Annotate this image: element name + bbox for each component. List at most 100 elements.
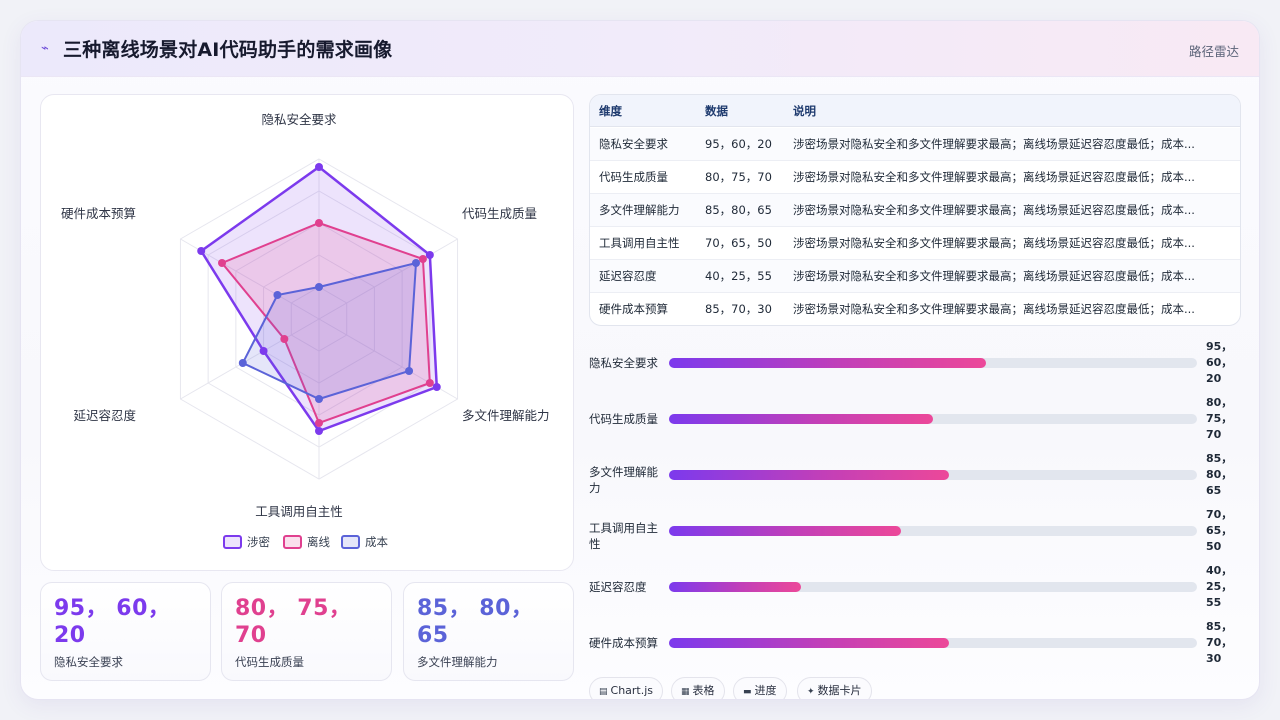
radar-axis-label: 代码生成质量 (462, 206, 537, 221)
progress-label: 硬件成本预算 (589, 636, 658, 650)
radar-point (280, 335, 289, 343)
radar-point (425, 379, 434, 387)
stat-value: 80， 75， 70 (235, 596, 352, 648)
radar-point (315, 283, 323, 291)
progress-label: 隐私安全要求 (589, 356, 658, 370)
cell-dimension: 工具调用自主性 (599, 236, 680, 250)
table-icon: ▦ (681, 687, 690, 697)
cell-dimension: 硬件成本预算 (599, 302, 668, 316)
stat-value: 85， 80， 65 (417, 596, 534, 648)
progress-icon: ▬ (743, 687, 752, 697)
column-header-data: 数据 (705, 104, 728, 118)
progress-fill (669, 470, 949, 480)
legend-label: 成本 (365, 535, 388, 549)
radar-point (259, 347, 268, 355)
table-row: 多文件理解能力 85，80，65 涉密场景对隐私安全和多文件理解要求最高；离线场景延… (590, 194, 1240, 227)
chip-label: 进度 (754, 684, 777, 697)
chip-label: Chart.js (610, 684, 654, 697)
progress-fill (669, 638, 949, 648)
radar-point (197, 247, 206, 255)
radar-point (218, 259, 227, 267)
cell-data: 95，60，20 (705, 137, 772, 151)
header-bar: ⌁ 三种离线场景对AI代码助手的需求画像 路径雷达 (21, 21, 1259, 77)
cell-data: 85，80，65 (705, 203, 772, 217)
cell-data: 40，25，55 (705, 269, 772, 283)
cell-dimension: 延迟容忍度 (599, 269, 657, 283)
radar-point (238, 359, 247, 367)
radar-axis-label: 延迟容忍度 (73, 408, 136, 423)
progress-values: 40， 25， 55 (1206, 564, 1233, 609)
table-row: 硬件成本预算 85，70，30 涉密场景对隐私安全和多文件理解要求最高；离线场景延迟… (590, 293, 1240, 325)
sparkle-icon: ✦ (807, 687, 815, 697)
cell-note: 涉密场景对隐私安全和多文件理解要求最高；离线场景延迟容忍度最低；成本... (793, 203, 1195, 217)
radar-point (315, 395, 323, 403)
chip-table[interactable]: ▦ 表格 (671, 677, 725, 699)
page-subtitle: 路径雷达 (1188, 44, 1239, 59)
radar-axis-label: 隐私安全要求 (261, 112, 337, 127)
radar-axis-label: 硬件成本预算 (61, 206, 136, 221)
radar-point (411, 259, 420, 267)
progress-row: 隐私安全要求 95， 60， 20 (589, 339, 1241, 395)
cell-note: 涉密场景对隐私安全和多文件理解要求最高；离线场景延迟容忍度最低；成本... (793, 170, 1195, 184)
legend-label: 涉密 (247, 535, 270, 549)
chart-icon: ▤ (599, 687, 608, 697)
column-header-note: 说明 (793, 104, 816, 118)
progress-track (669, 638, 1197, 648)
chip-label: 数据卡片 (817, 684, 862, 697)
progress-track (669, 470, 1197, 480)
legend-label: 离线 (307, 535, 330, 549)
stat-card-1: 95， 60， 20 隐私安全要求 (40, 582, 211, 681)
stat-label: 多文件理解能力 (417, 655, 498, 669)
radar-point (405, 367, 414, 375)
radar-point (432, 383, 441, 391)
cell-note: 涉密场景对隐私安全和多文件理解要求最高；离线场景延迟容忍度最低；成本... (793, 236, 1195, 250)
legend-swatch (341, 535, 360, 549)
radar-axis-label: 工具调用自主性 (255, 504, 343, 519)
data-table: 维度 数据 说明 隐私安全要求 95，60，20 涉密场景对隐私安全和多文件理解要求… (589, 94, 1241, 326)
progress-fill (669, 526, 902, 536)
cell-data: 80，75，70 (705, 170, 772, 184)
table-header: 维度 数据 说明 (590, 95, 1240, 127)
progress-bars: 隐私安全要求 95， 60， 20 代码生成质量 80， 75， 70 多文件理解能 力… (589, 339, 1241, 679)
stat-card-2: 80， 75， 70 代码生成质量 (221, 582, 392, 681)
cell-data: 70，65，50 (705, 236, 772, 250)
page-title: 三种离线场景对AI代码助手的需求画像 (63, 39, 393, 61)
progress-label: 代码生成质量 (589, 412, 658, 426)
progress-fill (669, 582, 801, 592)
chip-progress[interactable]: ▬ 进度 (733, 677, 787, 699)
progress-values: 85， 70， 30 (1206, 620, 1233, 665)
progress-label: 延迟容忍度 (589, 580, 647, 594)
progress-row: 延迟容忍度 40， 25， 55 (589, 563, 1241, 619)
cell-dimension: 隐私安全要求 (599, 137, 668, 151)
progress-track (669, 414, 1197, 424)
radar-point (315, 419, 323, 427)
table-row: 工具调用自主性 70，65，50 涉密场景对隐私安全和多文件理解要求最高；离线场景延… (590, 227, 1240, 260)
radar-point (315, 219, 323, 227)
progress-track (669, 582, 1197, 592)
cell-note: 涉密场景对隐私安全和多文件理解要求最高；离线场景延迟容忍度最低；成本... (793, 302, 1195, 316)
progress-fill (669, 358, 986, 368)
progress-label: 多文件理解能 力 (589, 465, 658, 495)
progress-track (669, 526, 1197, 536)
table-row: 隐私安全要求 95，60，20 涉密场景对隐私安全和多文件理解要求最高；离线场景延迟… (590, 128, 1240, 161)
table-row: 代码生成质量 80，75，70 涉密场景对隐私安全和多文件理解要求最高；离线场景延迟… (590, 161, 1240, 194)
cell-data: 85，70，30 (705, 302, 772, 316)
radar-axis-label: 多文件理解能力 (462, 408, 550, 423)
progress-row: 工具调用自主 性 70， 65， 50 (589, 507, 1241, 563)
table-row: 延迟容忍度 40，25，55 涉密场景对隐私安全和多文件理解要求最高；离线场景延迟容… (590, 260, 1240, 293)
progress-row: 多文件理解能 力 85， 80， 65 (589, 451, 1241, 507)
progress-values: 85， 80， 65 (1206, 452, 1233, 497)
stat-card-3: 85， 80， 65 多文件理解能力 (403, 582, 574, 681)
cell-note: 涉密场景对隐私安全和多文件理解要求最高；离线场景延迟容忍度最低；成本... (793, 269, 1195, 283)
cell-dimension: 多文件理解能力 (599, 203, 680, 217)
dashboard-card: ⌁ 三种离线场景对AI代码助手的需求画像 路径雷达 隐私安全要求 代码生成质量 多文… (20, 20, 1260, 700)
cell-dimension: 代码生成质量 (599, 170, 668, 184)
pulse-icon: ⌁ (41, 41, 49, 56)
progress-label: 工具调用自主 性 (589, 521, 658, 551)
chip-data-cards[interactable]: ✦ 数据卡片 (797, 677, 872, 699)
cell-note: 涉密场景对隐私安全和多文件理解要求最高；离线场景延迟容忍度最低；成本... (793, 137, 1195, 151)
radar-point (273, 291, 282, 299)
chip-label: 表格 (692, 684, 715, 697)
chip-chartjs[interactable]: ▤ Chart.js (589, 677, 664, 699)
progress-row: 硬件成本预算 85， 70， 30 (589, 619, 1241, 675)
